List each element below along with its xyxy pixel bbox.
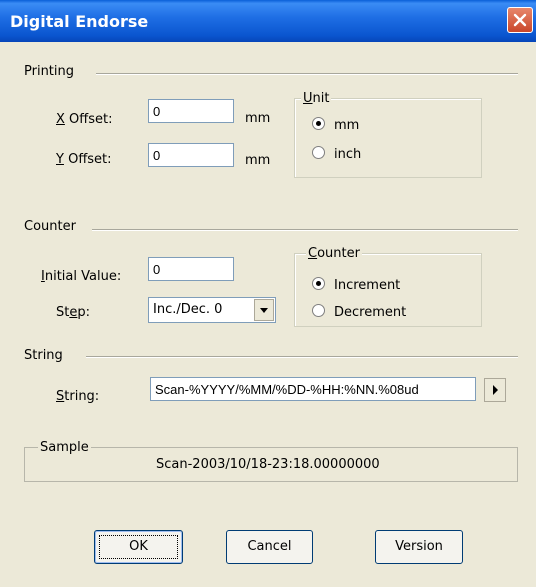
- string-section-label: String: [24, 348, 63, 363]
- y-offset-input[interactable]: [148, 143, 234, 167]
- cancel-button[interactable]: Cancel: [226, 530, 313, 564]
- counter-decrement-label[interactable]: Decrement: [334, 305, 406, 320]
- counter-increment-label[interactable]: Increment: [334, 278, 400, 293]
- x-offset-label: X Offset:: [56, 112, 113, 127]
- unit-inch-radio[interactable]: [312, 146, 325, 159]
- window-title: Digital Endorse: [10, 12, 149, 31]
- string-divider: [86, 356, 518, 358]
- unit-mm-label[interactable]: mm: [334, 118, 359, 133]
- y-offset-label-rest: Offset:: [63, 152, 112, 167]
- digital-endorse-dialog: Digital Endorse Printing X Offset: mm Y …: [0, 0, 536, 587]
- step-select[interactable]: Inc./Dec. 0: [148, 297, 276, 323]
- sample-title: Sample: [38, 440, 91, 455]
- y-offset-label: Y Offset:: [56, 152, 112, 167]
- counter-decrement-radio[interactable]: [312, 304, 325, 317]
- chevron-right-icon: [493, 385, 498, 395]
- cancel-button-label: Cancel: [247, 539, 292, 554]
- ok-button[interactable]: OK: [94, 530, 183, 564]
- step-label: Step:: [56, 305, 90, 320]
- step-select-value: Inc./Dec. 0: [153, 302, 223, 317]
- step-dropdown-button[interactable]: [254, 299, 274, 321]
- printing-divider: [96, 73, 518, 75]
- version-button-label: Version: [395, 539, 443, 554]
- y-offset-unit: mm: [245, 153, 271, 168]
- x-offset-unit: mm: [245, 111, 271, 126]
- printing-section-label: Printing: [24, 64, 75, 79]
- counter-divider: [92, 229, 518, 231]
- x-offset-input[interactable]: [148, 99, 234, 123]
- close-button[interactable]: [507, 7, 533, 33]
- unit-inch-label[interactable]: inch: [334, 147, 361, 162]
- counter-increment-radio[interactable]: [312, 277, 325, 290]
- counter-section-label: Counter: [24, 219, 76, 234]
- sample-value: Scan-2003/10/18-23:18.00000000: [156, 457, 380, 472]
- unit-groupbox: [294, 98, 482, 178]
- unit-group-title: Unit: [301, 91, 332, 106]
- chevron-down-icon: [260, 308, 268, 313]
- x-offset-label-rest: Offset:: [64, 112, 113, 127]
- unit-mm-radio[interactable]: [312, 117, 325, 130]
- initial-value-input[interactable]: [148, 257, 234, 281]
- version-button[interactable]: Version: [375, 530, 463, 564]
- initial-value-label: Initial Value:: [41, 269, 122, 284]
- title-bar[interactable]: Digital Endorse: [0, 0, 536, 42]
- string-input[interactable]: [150, 377, 476, 401]
- string-menu-button[interactable]: [484, 378, 506, 402]
- counter-group-title: Counter: [306, 246, 362, 261]
- string-field-label: String:: [56, 389, 100, 404]
- ok-focus-rect: [99, 535, 178, 559]
